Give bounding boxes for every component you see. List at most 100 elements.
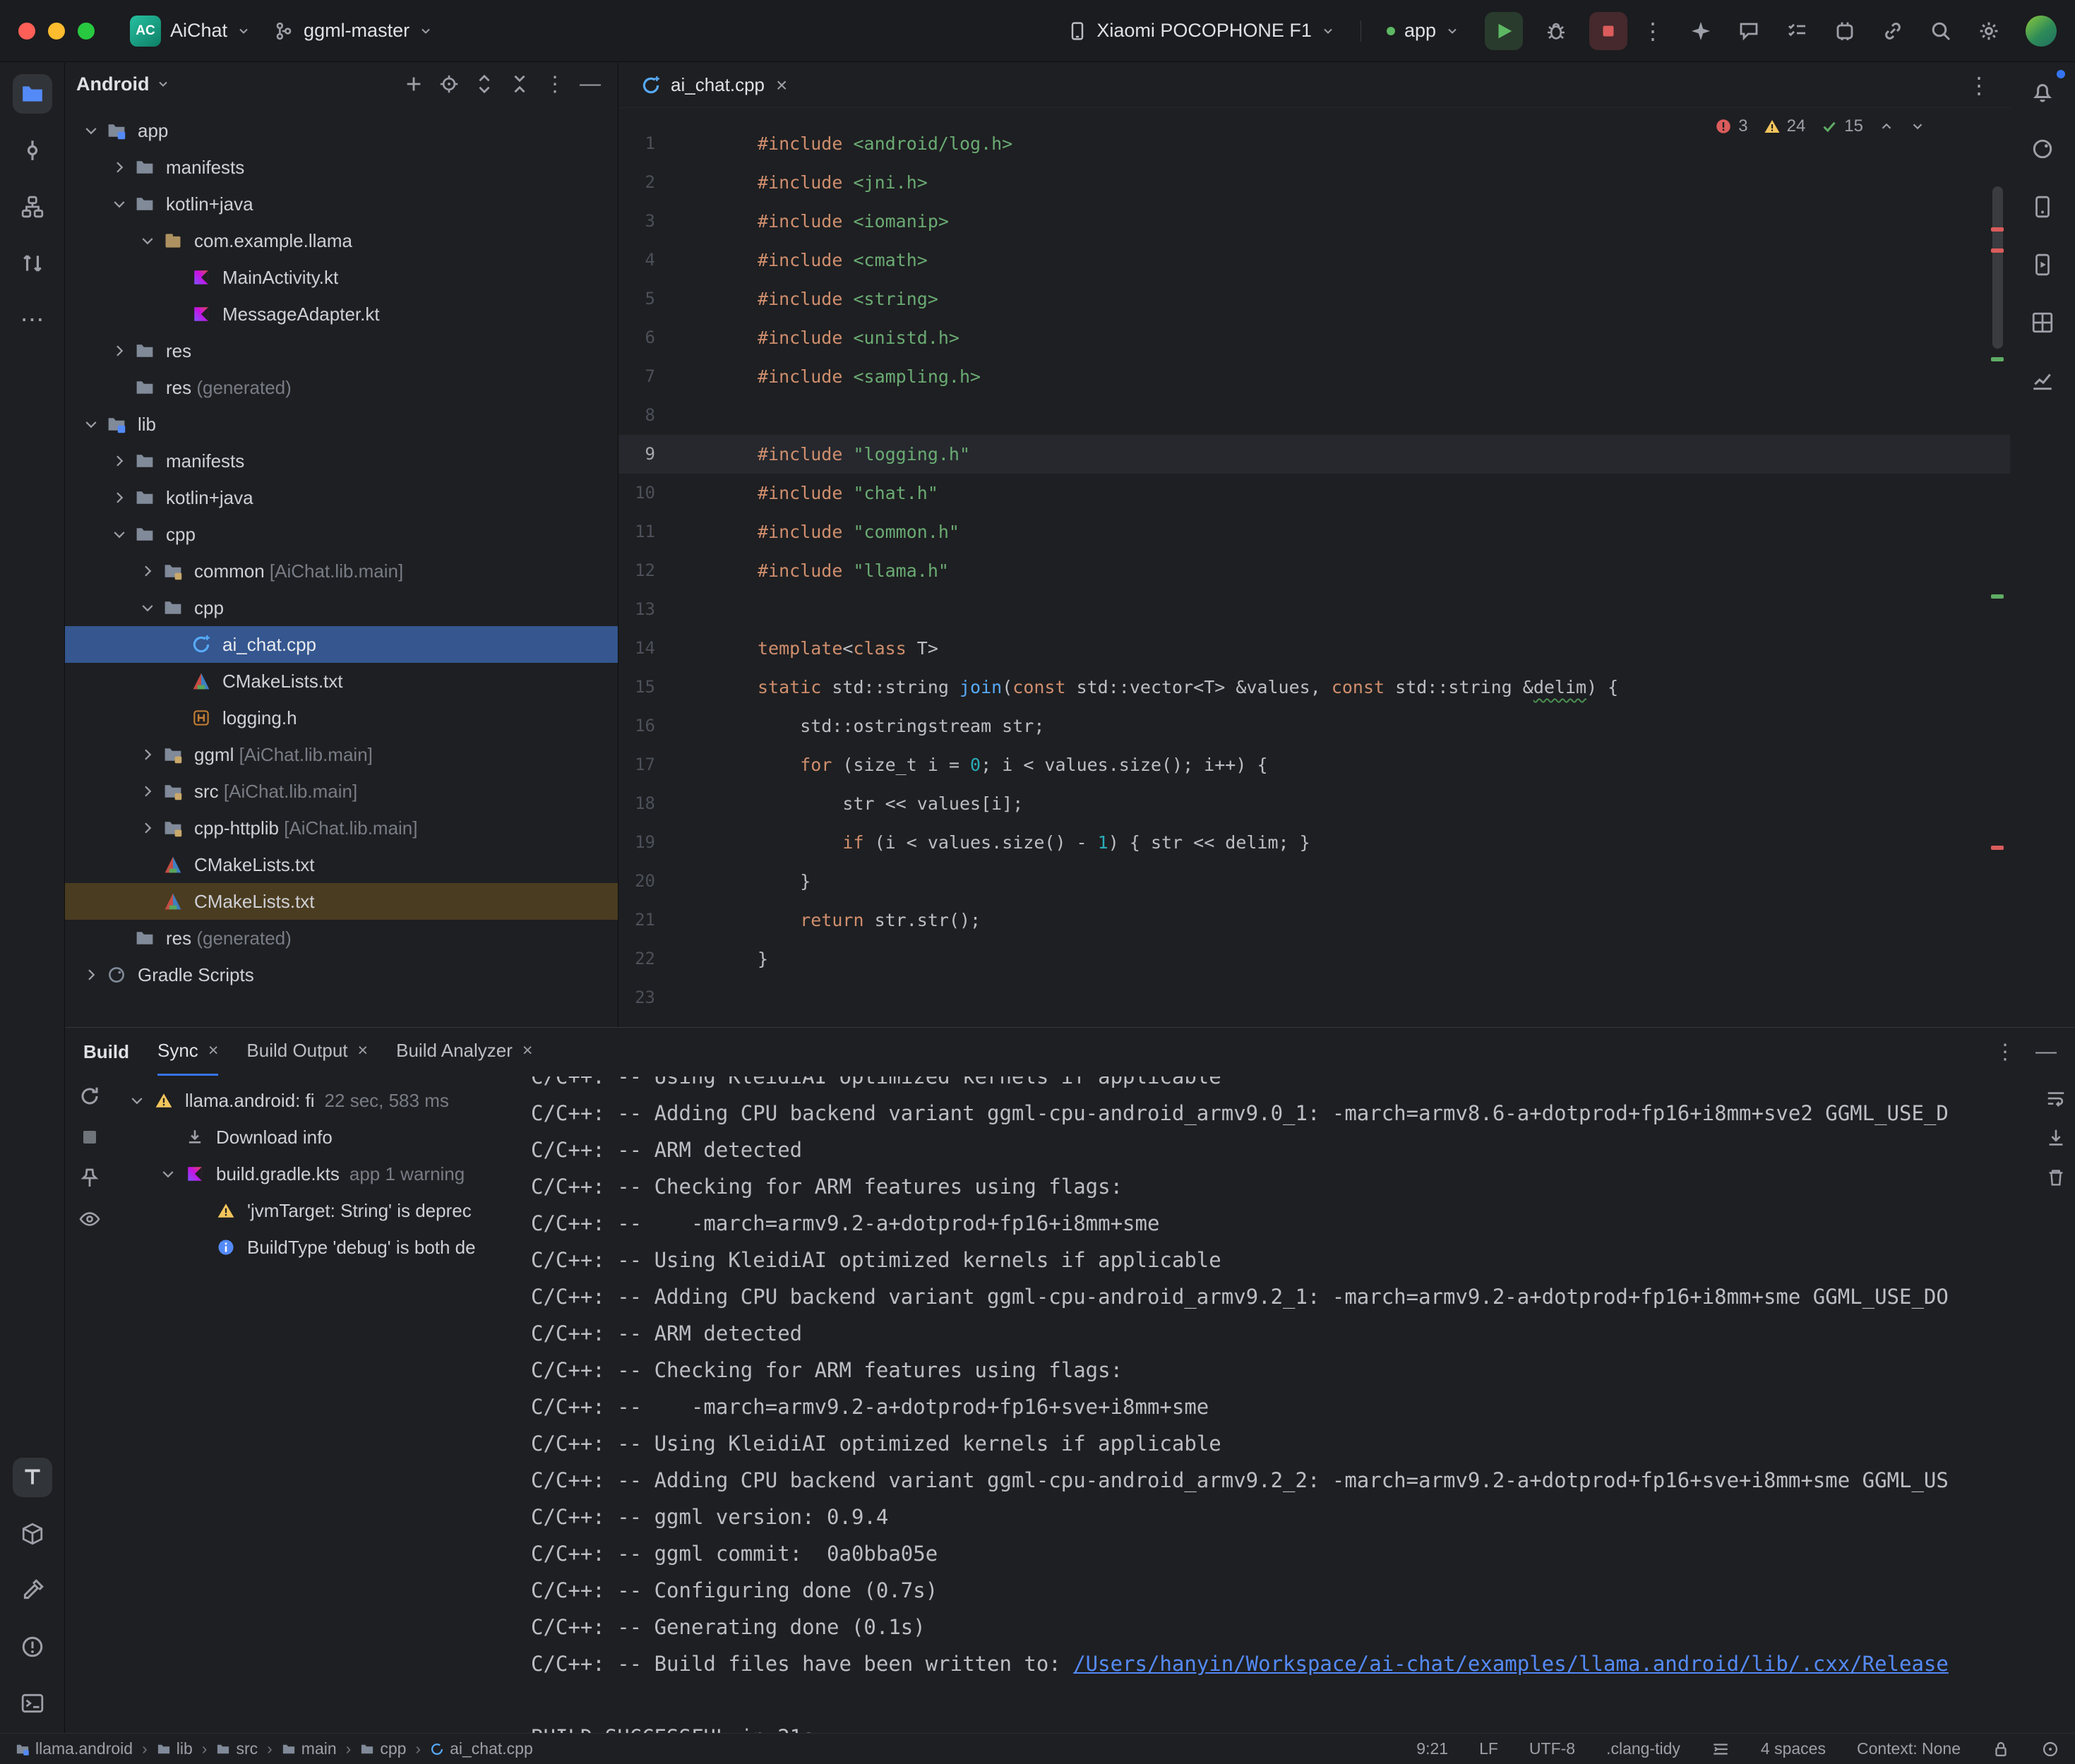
hide-panel-icon[interactable]: — [574,68,606,100]
tree-item-src[interactable]: src [AiChat.lib.main] [65,773,618,810]
tree-item-manifests[interactable]: manifests [65,149,618,186]
project-tool-icon[interactable] [13,74,52,114]
tree-item-ggml[interactable]: ggml [AiChat.lib.main] [65,736,618,773]
tree-chevron-icon[interactable] [106,450,133,472]
build-options-kebab-icon[interactable]: ⋮ [1995,1040,2016,1064]
error-stripe[interactable] [1989,109,2007,1027]
code-line[interactable]: 4#include <cmath> [618,241,2010,280]
code-line[interactable]: 6#include <unistd.h> [618,318,2010,357]
layout-inspector-tool-icon[interactable] [2023,303,2062,342]
tree-item-cmakelists-txt[interactable]: CMakeLists.txt [65,883,618,920]
device-manager-tool-icon[interactable] [2023,187,2062,227]
tree-item-gradle-scripts[interactable]: Gradle Scripts [65,956,618,993]
build-tree-item-download-info[interactable]: Download info [114,1119,528,1156]
running-devices-tool-icon[interactable] [2023,245,2062,284]
project-view-selector[interactable]: Android [76,73,149,95]
plugins-icon[interactable] [1834,20,1856,42]
error-stripe-mark[interactable] [1991,357,2004,361]
code-area[interactable]: 1#include <android/log.h>2#include <jni.… [618,109,2010,1027]
code-line[interactable]: 14template<class T> [618,629,2010,668]
rerun-sync-icon[interactable] [78,1085,101,1108]
more-tool-windows-icon[interactable]: ⋯ [13,300,52,340]
tree-chevron-icon[interactable] [106,193,133,215]
code-line[interactable]: 20 } [618,862,2010,901]
tree-item-logging-h[interactable]: logging.h [65,700,618,736]
tree-item-res[interactable]: res [65,332,618,369]
indent-indicator[interactable]: 4 spaces [1761,1739,1826,1758]
settings-gear-icon[interactable] [1978,20,2000,42]
tree-chevron-icon[interactable] [123,1092,151,1109]
tree-item-common[interactable]: common [AiChat.lib.main] [65,553,618,589]
soft-wrap-icon[interactable] [2045,1088,2067,1109]
code-line[interactable]: 17 for (size_t i = 0; i < values.size();… [618,745,2010,784]
tree-chevron-icon[interactable] [106,340,133,361]
breadcrumb-item-cpp[interactable]: cpp [360,1739,406,1758]
build-tab-sync[interactable]: Sync× [157,1028,218,1076]
clang-tidy-indicator[interactable]: .clang-tidy [1606,1739,1680,1758]
expand-all-icon[interactable] [468,68,501,100]
code-review-icon[interactable] [1738,20,1760,42]
tree-item-res[interactable]: res (generated) [65,369,618,406]
macos-close-button[interactable] [18,23,35,40]
warnings-indicator[interactable]: 24 [1764,116,1806,136]
locate-file-icon[interactable] [433,68,465,100]
structure-tool-icon[interactable] [13,187,52,227]
tree-item-cpp[interactable]: cpp [65,516,618,553]
tree-item-cpp-httplib[interactable]: cpp-httplib [AiChat.lib.main] [65,810,618,846]
previous-problem-icon[interactable] [1879,119,1894,134]
stop-sync-icon[interactable] [78,1126,101,1148]
tree-chevron-icon[interactable] [78,414,104,435]
tree-item-cmakelists-txt[interactable]: CMakeLists.txt [65,846,618,883]
device-selector[interactable]: Xiaomi POCOPHONE F1 [1056,14,1346,47]
breadcrumb-item-llama-android[interactable]: llama.android [16,1739,133,1758]
editor-options-kebab-icon[interactable]: ⋮ [1968,74,1990,97]
inspections-widget[interactable]: 3 24 15 [1715,116,1925,136]
tree-item-messageadapter-kt[interactable]: MessageAdapter.kt [65,296,618,332]
breadcrumb-item-ai-chat-cpp[interactable]: ai_chat.cpp [430,1739,533,1758]
error-stripe-mark[interactable] [1991,248,2004,253]
lock-icon[interactable] [1992,1740,2010,1758]
error-stripe-mark[interactable] [1991,594,2004,599]
code-line[interactable]: 8 [618,396,2010,435]
tree-item-lib[interactable]: lib [65,406,618,443]
build-tab-build-output[interactable]: Build Output× [246,1028,368,1076]
breadcrumb-item-main[interactable]: main [282,1739,337,1758]
build-tree-item-llama-android-fi[interactable]: llama.android: fi22 sec, 583 ms [114,1082,528,1119]
macos-minimize-button[interactable] [48,23,65,40]
console-link[interactable]: /Users/hanyin/Workspace/ai-chat/examples… [1073,1652,1949,1676]
commit-tool-icon[interactable] [13,131,52,170]
next-problem-icon[interactable] [1910,119,1925,134]
tree-chevron-icon[interactable] [134,597,161,618]
passed-indicator[interactable]: 15 [1821,116,1863,136]
build-console[interactable]: C/C++: -- Using KleidiAI optimized kerne… [531,1076,2030,1733]
build-tab-build-analyzer[interactable]: Build Analyzer× [396,1028,532,1076]
code-line[interactable]: 23 [618,978,2010,1017]
code-line[interactable]: 10#include "chat.h" [618,474,2010,512]
code-line[interactable]: 9#include "logging.h" [618,435,2010,474]
breadcrumb-item-lib[interactable]: lib [157,1739,193,1758]
code-line[interactable]: 7#include <sampling.h> [618,357,2010,396]
context-indicator[interactable]: Context: None [1857,1739,1961,1758]
app-quality-insights-tool-icon[interactable] [2023,361,2062,400]
logcat-tool-icon[interactable] [13,1458,52,1497]
caret-position[interactable]: 9:21 [1416,1739,1448,1758]
build-tool-icon[interactable] [13,1571,52,1610]
code-line[interactable]: 11#include "common.h" [618,512,2010,551]
minimize-build-window-icon[interactable]: — [2035,1040,2057,1064]
code-line[interactable]: 13 [618,590,2010,629]
ai-assistant-icon[interactable] [1690,20,1712,42]
code-line[interactable]: 18 str << values[i]; [618,784,2010,823]
tree-chevron-icon[interactable] [134,781,161,802]
tree-chevron-icon[interactable] [106,524,133,545]
debug-button[interactable] [1537,12,1575,50]
errors-indicator[interactable]: 3 [1715,116,1747,136]
tree-chevron-icon[interactable] [134,744,161,765]
scroll-to-end-icon[interactable] [2045,1127,2067,1148]
editor-tab[interactable]: ai_chat.cpp × [623,63,806,107]
tree-item-manifests[interactable]: manifests [65,443,618,479]
more-actions-kebab-icon[interactable]: ⋮ [1642,20,1664,42]
build-tree-item-jvmtarget-string-is-deprec[interactable]: 'jvmTarget: String' is deprec [114,1192,528,1229]
pull-requests-tool-icon[interactable] [13,244,52,283]
collapse-all-icon[interactable] [503,68,536,100]
search-icon[interactable] [1930,20,1952,42]
